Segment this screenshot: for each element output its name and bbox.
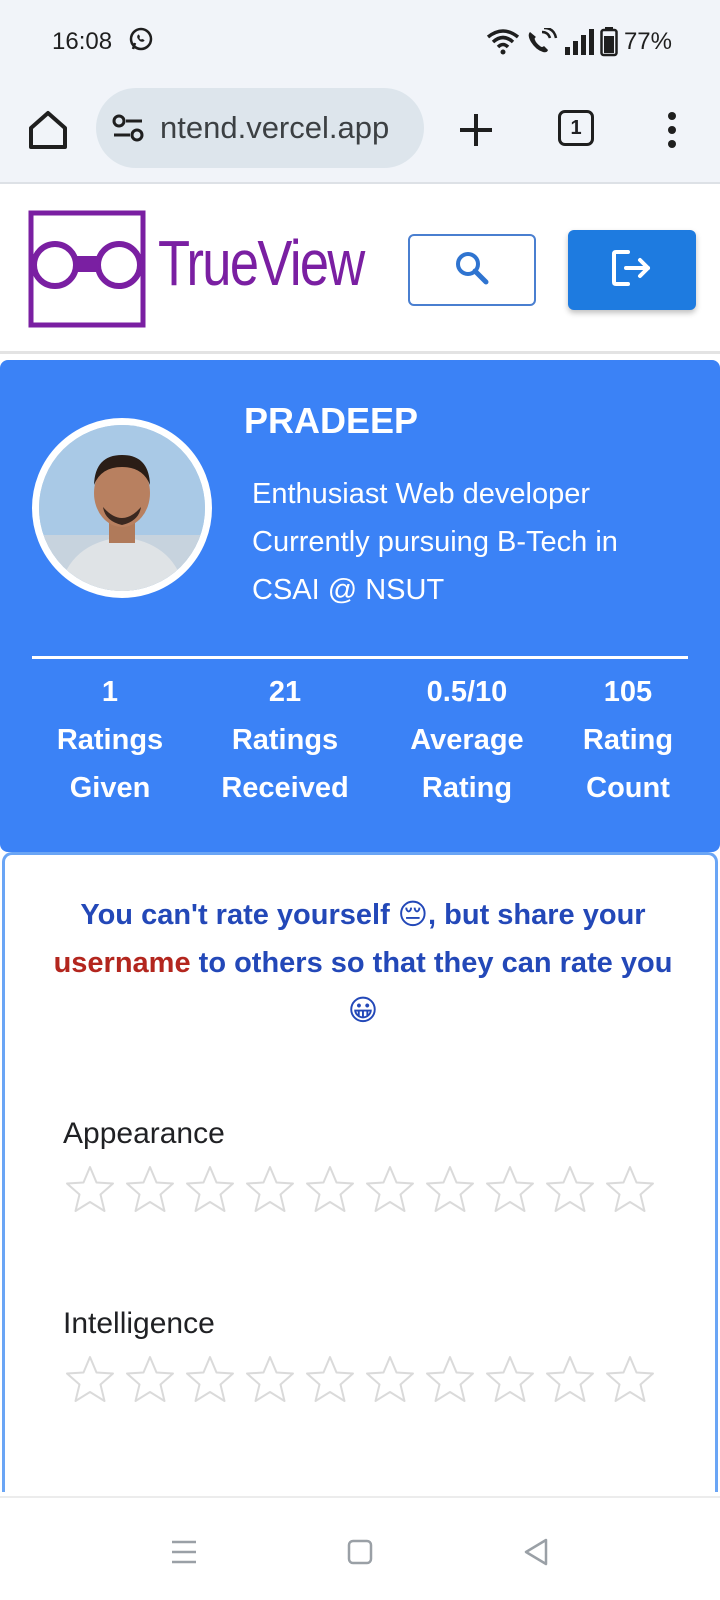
bio-line: CSAI @ NSUT [252,574,445,606]
star-icon[interactable] [603,1163,657,1217]
criterion-label: Intelligence [63,1307,215,1340]
battery-icon [600,27,618,57]
stat-value: 0.5/10 [426,676,508,708]
star-rating [63,1353,657,1407]
stat-rating-count: 105 Rating Count [558,668,698,812]
stat-value: 1 [101,676,119,708]
tab-switcher-button[interactable]: 1 [558,110,594,146]
rating-panel: You can't rate yourself 😔, but share you… [2,852,718,1492]
logo-glasses-icon[interactable] [28,210,148,328]
bio-line: Currently pursuing B-Tech in [252,526,618,558]
star-icon[interactable] [423,1353,477,1407]
recents-icon[interactable] [164,1532,204,1572]
star-icon[interactable] [363,1353,417,1407]
profile-name: PRADEEP [244,400,419,441]
star-icon[interactable] [423,1163,477,1217]
bio-line: Enthusiast Web developer [252,478,591,510]
star-icon[interactable] [543,1163,597,1217]
star-icon[interactable] [363,1163,417,1217]
stat-value: 21 [268,676,302,708]
star-icon[interactable] [483,1163,537,1217]
avatar [32,418,212,598]
note-username: username [53,947,191,979]
logout-icon [610,248,654,293]
star-icon[interactable] [63,1353,117,1407]
whatsapp-icon [128,26,154,59]
wifi-icon [486,28,520,56]
home-icon[interactable] [26,108,70,152]
criterion-label: Appearance [63,1117,225,1150]
stat-label: Ratings Received [221,724,349,804]
divider [32,656,688,659]
note-text: to others so that they can rate you [198,947,673,979]
star-icon[interactable] [183,1353,237,1407]
status-bar: 16:08 77% [0,0,720,84]
smile-emoji: 😀 [347,995,379,1027]
more-vert-icon[interactable] [660,106,684,154]
star-icon[interactable] [303,1353,357,1407]
plus-icon[interactable] [452,106,500,154]
star-rating [63,1163,657,1217]
star-icon[interactable] [123,1163,177,1217]
wifi-call-icon [526,28,558,56]
profile-card: PRADEEP Enthusiast Web developer Current… [0,360,720,852]
system-nav-bar [0,1496,720,1600]
note-text: You can't rate yourself 😔, but share you… [80,899,646,931]
star-icon[interactable] [603,1353,657,1407]
search-icon [453,249,491,292]
stat-ratings-received: 21 Ratings Received [210,668,360,812]
star-icon[interactable] [543,1353,597,1407]
signal-icon [564,29,594,55]
star-icon[interactable] [243,1163,297,1217]
logout-button[interactable] [568,230,696,310]
profile-bio: Enthusiast Web developer Currently pursu… [252,470,682,614]
star-icon[interactable] [483,1353,537,1407]
star-icon[interactable] [123,1353,177,1407]
profile-stats: 1 Ratings Given 21 Ratings Received 0.5/… [0,668,720,828]
stat-ratings-given: 1 Ratings Given [40,668,180,812]
back-icon[interactable] [516,1532,556,1572]
stat-label: Rating Count [582,724,674,804]
self-rating-note: You can't rate yourself 😔, but share you… [25,891,701,1035]
stat-value: 105 [603,676,653,708]
app-header: TrueView [0,186,720,354]
star-icon[interactable] [243,1353,297,1407]
stat-label: Average Rating [410,724,524,804]
home-square-icon[interactable] [340,1532,380,1572]
address-bar[interactable]: ntend.vercel.app [96,88,424,168]
logo-text[interactable]: TrueView [158,226,365,300]
battery-level: 77% [623,28,672,55]
search-button[interactable] [408,234,536,306]
stat-label: Ratings Given [56,724,164,804]
criterion-intelligence: Intelligence [63,1307,657,1407]
criterion-appearance: Appearance [63,1117,657,1217]
stat-average-rating: 0.5/10 Average Rating [393,668,541,812]
url-text[interactable]: ntend.vercel.app [160,110,389,146]
star-icon[interactable] [303,1163,357,1217]
star-icon[interactable] [63,1163,117,1217]
star-icon[interactable] [183,1163,237,1217]
site-settings-icon[interactable] [112,114,144,142]
browser-toolbar: ntend.vercel.app 1 [0,84,720,184]
status-time: 16:08 [52,28,113,55]
